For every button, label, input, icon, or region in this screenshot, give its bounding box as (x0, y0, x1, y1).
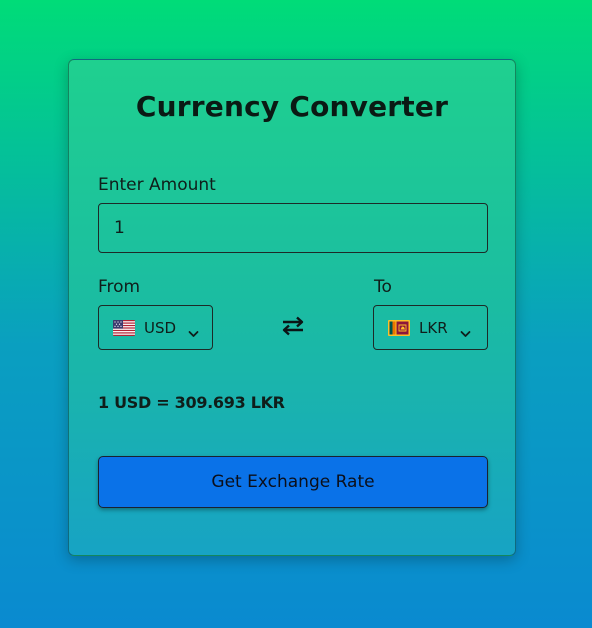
us-flag-icon (113, 319, 135, 336)
to-label: To (374, 277, 392, 297)
get-exchange-rate-button[interactable]: Get Exchange Rate (98, 456, 488, 508)
sri-lanka-flag-icon (388, 319, 410, 336)
chevron-down-icon (460, 324, 471, 337)
amount-input[interactable] (98, 203, 488, 253)
from-currency-select[interactable]: USD (98, 305, 213, 350)
page-title: Currency Converter (135, 90, 449, 123)
to-currency-code: LKR (419, 318, 448, 337)
swap-arrows-icon[interactable] (280, 315, 306, 337)
exchange-rate-result: 1 USD = 309.693 LKR (98, 393, 285, 412)
to-currency-select[interactable]: LKR (373, 305, 488, 350)
amount-label: Enter Amount (98, 175, 216, 195)
from-currency-code: USD (144, 318, 177, 337)
from-label: From (98, 277, 141, 297)
chevron-down-icon (188, 324, 199, 337)
converter-card: Currency Converter Enter Amount From (68, 59, 516, 556)
